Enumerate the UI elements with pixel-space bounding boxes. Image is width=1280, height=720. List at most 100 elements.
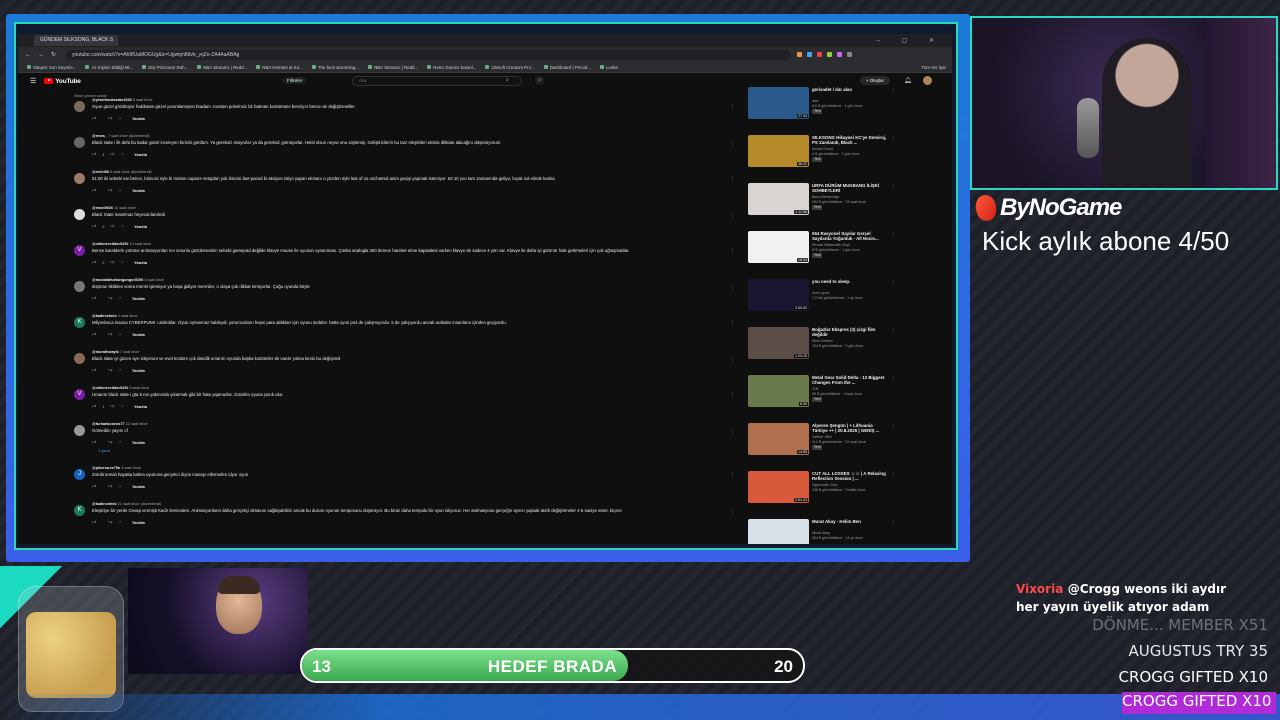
- comment-author[interactable]: @muratfurayik: [92, 350, 119, 354]
- video-more-icon[interactable]: ⋮: [891, 184, 896, 190]
- comment-author[interactable]: @viktorreviktor0292: [92, 242, 128, 246]
- reply-button[interactable]: Yanıtla: [132, 116, 145, 121]
- comment-avatar[interactable]: V: [74, 245, 85, 256]
- dislike-icon[interactable]: 👎︎: [108, 439, 112, 445]
- url-input[interactable]: youtube.com/watch?v=Ah9fUaMOGUg&lc=Ugwty…: [66, 49, 792, 60]
- like-icon[interactable]: 👍︎: [92, 519, 96, 525]
- like-icon[interactable]: 👍︎: [92, 367, 96, 373]
- like-icon[interactable]: 👍︎: [92, 403, 96, 409]
- comment-time[interactable]: 6 saat önce: [133, 98, 153, 102]
- comment-avatar[interactable]: [74, 137, 85, 148]
- dislike-icon[interactable]: 👎︎: [110, 223, 114, 229]
- reply-button[interactable]: Yanıtla: [134, 404, 147, 409]
- youtube-logo[interactable]: YouTube: [44, 78, 81, 85]
- video-more-icon[interactable]: ⋮: [891, 328, 896, 334]
- comment-avatar[interactable]: [74, 209, 85, 220]
- all-bookmarks[interactable]: Tüm Yer İşar: [921, 65, 946, 70]
- comment-author[interactable]: @yesnfarukaslan4026: [92, 98, 132, 102]
- video-thumbnail[interactable]: 27:34: [748, 87, 809, 119]
- heart-icon[interactable]: ♡: [118, 440, 122, 445]
- dislike-icon[interactable]: 👎︎: [108, 115, 112, 121]
- back-icon[interactable]: ←: [25, 52, 31, 58]
- dislike-icon[interactable]: 👎︎: [108, 483, 112, 489]
- comment-author[interactable]: @furkankoseos77: [92, 422, 125, 426]
- create-button[interactable]: + Oluştur: [860, 76, 890, 85]
- extension-icon[interactable]: [827, 52, 833, 57]
- profile-icon[interactable]: [847, 52, 853, 57]
- video-thumbnail[interactable]: 1:11:56: [748, 183, 809, 215]
- browser-tab[interactable]: GÜNDEM SILKSONG, BLACK S: [34, 35, 118, 46]
- dislike-icon[interactable]: 👎︎: [108, 367, 112, 373]
- video-more-icon[interactable]: ⋮: [891, 376, 896, 382]
- video-thumbnail[interactable]: [748, 519, 809, 544]
- comment-more-icon[interactable]: ⋮: [730, 176, 735, 182]
- related-video-item[interactable]: 6:30 Metal Gear Solid Delta - 12 Biggest …: [748, 375, 908, 421]
- bookmark-item[interactable]: NBA Streams | Redd...: [368, 65, 418, 70]
- bookmark-item[interactable]: The best streaming...: [311, 65, 359, 70]
- bookmark-item[interactable]: Az Kişinin Bildiği Mi...: [85, 65, 133, 70]
- related-video-item[interactable]: 36:22 SILKSONG Hikayesi KC'ye Demiroj, PS…: [748, 135, 908, 181]
- comment-avatar[interactable]: [74, 425, 85, 436]
- comment-time[interactable]: 4 saat önce: [118, 314, 138, 318]
- heart-icon[interactable]: ♡: [118, 368, 122, 373]
- related-video-item[interactable]: Murat Akay - Kelim Ben Murat Akay 304 B gö…: [748, 519, 908, 544]
- video-more-icon[interactable]: ⋮: [891, 472, 896, 478]
- comment-avatar[interactable]: [74, 173, 85, 184]
- reply-button[interactable]: Yanıtla: [132, 520, 145, 525]
- heart-icon[interactable]: ♡: [118, 116, 122, 121]
- like-icon[interactable]: 👍︎: [92, 115, 96, 121]
- comment-author[interactable]: @mustafafurkangungor5196: [92, 278, 143, 282]
- comment-author[interactable]: @viktorreviktor0292: [92, 386, 128, 390]
- reply-button[interactable]: Yanıtla: [132, 332, 145, 337]
- bookmark-item[interactable]: Sitepriz Son Seyrele...: [27, 65, 76, 70]
- comment-time[interactable]: 12 saat önce: [129, 242, 151, 246]
- account-avatar[interactable]: [923, 76, 932, 85]
- heart-icon[interactable]: ♡: [118, 188, 122, 193]
- filters-button[interactable]: Filtreler: [283, 77, 307, 84]
- comment-avatar[interactable]: J: [74, 469, 85, 480]
- video-title[interactable]: 064 Rasyonel Sayılar Gerçel Sayılarda Yo…: [812, 231, 888, 242]
- video-more-icon[interactable]: ⋮: [891, 136, 896, 142]
- heart-icon[interactable]: ♡: [118, 332, 122, 337]
- video-thumbnail[interactable]: 2:01:23: [748, 471, 809, 503]
- comment-author[interactable]: @kadircelmis: [92, 502, 117, 506]
- bookmark-item[interactable]: NBA Hornets at Kn...: [256, 65, 303, 70]
- comment-avatar[interactable]: [74, 281, 85, 292]
- bookmark-item[interactable]: NBA Streams | Redd...: [197, 65, 247, 70]
- video-title[interactable]: Alperen Şengün | + Lithuania Türkiye ++ …: [812, 423, 888, 434]
- video-title[interactable]: Murat Akay - Kelim Ben: [812, 519, 888, 524]
- video-thumbnail[interactable]: 3:00:00: [748, 279, 809, 311]
- comment-more-icon[interactable]: ⋮: [730, 248, 735, 254]
- comment-author[interactable]: @rmea_: [92, 134, 107, 138]
- comment-more-icon[interactable]: ⋮: [730, 356, 735, 362]
- related-video-item[interactable]: 3:00:00 you need to sleep. tom's gone 7,2 M…: [748, 279, 908, 325]
- video-title[interactable]: Metal Gear Solid Delta - 12 Biggest Chan…: [812, 375, 888, 386]
- comment-more-icon[interactable]: ⋮: [730, 508, 735, 514]
- reply-button[interactable]: Yanıtla: [134, 260, 147, 265]
- like-icon[interactable]: 👍︎: [92, 439, 96, 445]
- reply-button[interactable]: Yanıtla: [132, 188, 145, 193]
- heart-icon[interactable]: ♡: [118, 520, 122, 525]
- video-more-icon[interactable]: ⋮: [891, 88, 896, 94]
- comment-author[interactable]: @erchi06: [92, 170, 109, 174]
- heart-icon[interactable]: ♡: [120, 260, 124, 265]
- menu-icon[interactable]: ☰: [30, 77, 36, 85]
- video-title[interactable]: Boğazlar Ekspres (3) çizgi film değildir: [812, 327, 888, 338]
- dislike-icon[interactable]: 👎︎: [108, 519, 112, 525]
- comment-avatar[interactable]: [74, 353, 85, 364]
- extension-icon[interactable]: [807, 52, 813, 57]
- comment-author[interactable]: @kadircelmis: [92, 314, 117, 318]
- heart-icon[interactable]: ♡: [118, 296, 122, 301]
- related-video-item[interactable]: 2:01:23 CUT ALL LOSSES ☺☺ | A Relaxing Re…: [748, 471, 908, 517]
- comment-time[interactable]: 22 saat önce: [126, 422, 148, 426]
- comment-more-icon[interactable]: ⋮: [730, 212, 735, 218]
- video-title[interactable]: you need to sleep.: [812, 279, 888, 284]
- dislike-icon[interactable]: 👎︎: [110, 403, 114, 409]
- video-title[interactable]: CUT ALL LOSSES ☺☺ | A Relaxing Reflectio…: [812, 471, 888, 482]
- notification-bell-icon[interactable]: 🔔︎: [904, 77, 912, 84]
- comment-avatar[interactable]: [74, 101, 85, 112]
- like-icon[interactable]: 👍︎: [92, 295, 96, 301]
- heart-icon[interactable]: ♡: [120, 152, 124, 157]
- like-icon[interactable]: 👍︎: [92, 151, 96, 157]
- search-icon[interactable]: ⌕: [506, 77, 509, 83]
